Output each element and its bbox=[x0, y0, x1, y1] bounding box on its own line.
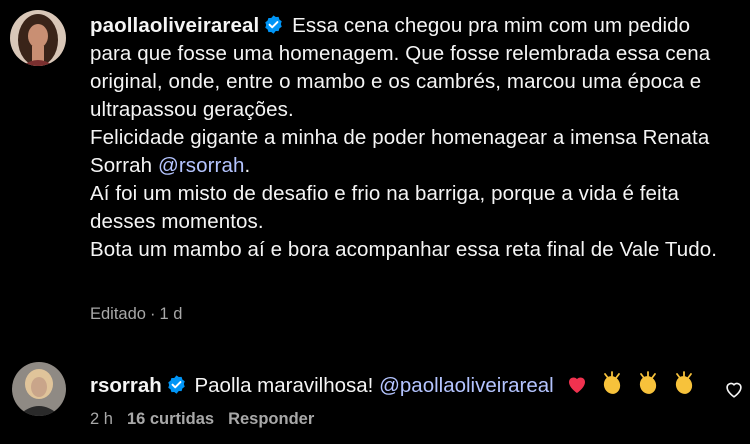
reply-comment: rsorrah Paolla maravilhosa! @paollaolive… bbox=[90, 370, 697, 400]
mention-rsorrah-link[interactable]: @rsorrah bbox=[158, 154, 245, 177]
reply-button[interactable]: Responder bbox=[228, 410, 314, 428]
caption-paragraph-3: Aí foi um misto de desafio e frio na bar… bbox=[90, 182, 679, 233]
verified-badge-icon bbox=[265, 15, 283, 34]
post-caption: paollaoliveirareal Essa cena chegou pra … bbox=[90, 12, 730, 264]
avatar-paollaoliveirareal[interactable] bbox=[10, 10, 66, 66]
post-username[interactable]: paollaoliveirareal bbox=[90, 14, 259, 37]
caption-paragraph-4: Bota um mambo aí e bora acompanhar essa … bbox=[90, 238, 718, 261]
reply-meta: 2 h 16 curtidas Responder bbox=[90, 410, 328, 429]
edited-label: Editado bbox=[90, 305, 146, 323]
reply-text: Paolla maravilhosa! bbox=[194, 374, 380, 397]
avatar-rsorrah[interactable] bbox=[12, 362, 66, 416]
clapping-hands-emoji bbox=[639, 371, 656, 394]
verified-badge-icon bbox=[168, 375, 185, 394]
red-heart-emoji bbox=[569, 377, 586, 393]
reply-time: 2 h bbox=[90, 410, 113, 428]
heart-outline-icon[interactable] bbox=[723, 378, 745, 400]
post-meta: Editado · 1 d bbox=[90, 305, 196, 324]
post-time: 1 d bbox=[159, 305, 183, 323]
caption-mention-suffix: . bbox=[244, 154, 251, 177]
clapping-hands-emoji bbox=[675, 371, 692, 394]
mention-paollaoliveirareal-link[interactable]: @paollaoliveirareal bbox=[379, 374, 554, 397]
meta-separator: · bbox=[149, 305, 156, 323]
reply-username[interactable]: rsorrah bbox=[90, 374, 162, 397]
clapping-hands-emoji bbox=[604, 371, 621, 394]
reply-likes-count[interactable]: 16 curtidas bbox=[127, 410, 214, 428]
